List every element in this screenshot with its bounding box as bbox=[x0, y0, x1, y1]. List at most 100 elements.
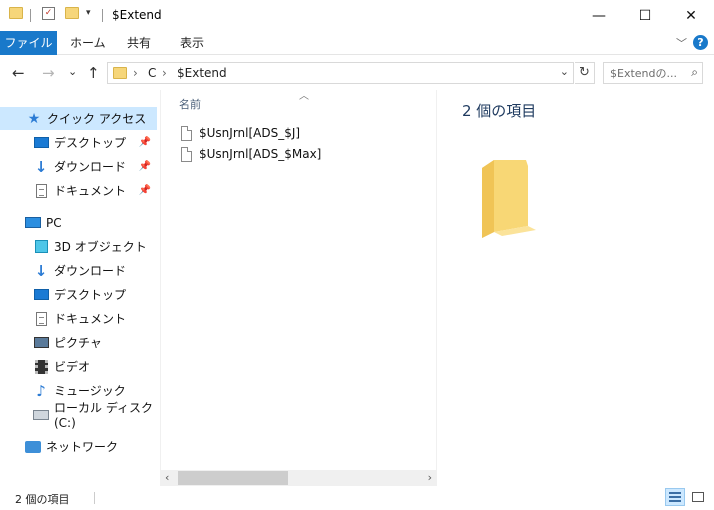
sidebar-item-label: ミュージック bbox=[54, 384, 126, 398]
sidebar-item-pc[interactable]: PC bbox=[0, 211, 157, 234]
3d-objects-icon bbox=[34, 240, 48, 253]
sort-ascending-icon: ︿ bbox=[299, 91, 309, 102]
help-icon[interactable]: ? bbox=[693, 35, 708, 50]
sidebar-item-videos[interactable]: ビデオ bbox=[0, 355, 157, 378]
pin-icon[interactable]: 📌 bbox=[139, 185, 151, 196]
pin-icon[interactable]: 📌 bbox=[139, 161, 151, 172]
properties-icon[interactable]: ✓ bbox=[42, 7, 55, 20]
sidebar-item-pictures[interactable]: ピクチャ bbox=[0, 331, 157, 354]
folder-icon bbox=[113, 67, 127, 79]
large-icons-view-button[interactable] bbox=[688, 488, 708, 506]
up-button[interactable]: ↑ bbox=[87, 64, 100, 82]
address-row: ← → ⌄ ↑ › C › $Extend ⌄ ↻ ⌕ bbox=[0, 56, 714, 90]
status-divider bbox=[94, 492, 95, 504]
preview-pane: 2 個の項目 bbox=[437, 90, 714, 486]
breadcrumb-separator[interactable]: › bbox=[162, 66, 167, 80]
video-icon bbox=[34, 359, 48, 374]
customize-toolbar-icon[interactable]: ▾ bbox=[86, 8, 91, 18]
document-icon bbox=[35, 183, 47, 198]
download-icon: ↓ bbox=[34, 157, 48, 176]
sidebar-item-label: デスクトップ bbox=[54, 136, 127, 150]
scroll-left-icon[interactable]: ‹ bbox=[165, 471, 169, 484]
music-icon: ♪ bbox=[36, 381, 46, 400]
scroll-right-icon[interactable]: › bbox=[428, 471, 432, 484]
sidebar-item-desktop[interactable]: デスクトップ bbox=[0, 283, 157, 306]
sidebar-item-label: ドキュメント bbox=[54, 184, 127, 198]
details-view-icon bbox=[669, 492, 681, 502]
download-icon: ↓ bbox=[34, 261, 48, 280]
file-name: $UsnJrnl[ADS_$Max] bbox=[199, 147, 322, 161]
new-folder-icon[interactable] bbox=[65, 7, 79, 19]
sidebar-item-label: ビデオ bbox=[54, 360, 91, 374]
sidebar-item-label: ダウンロード bbox=[54, 160, 127, 174]
refresh-button[interactable]: ↻ bbox=[575, 62, 595, 84]
sidebar-item-label: ピクチャ bbox=[54, 336, 102, 350]
document-icon bbox=[35, 311, 47, 326]
details-view-button[interactable] bbox=[665, 488, 685, 506]
search-input[interactable] bbox=[610, 63, 688, 83]
tab-view[interactable]: 表示 bbox=[170, 31, 214, 55]
list-item[interactable]: $UsnJrnl[ADS_$Max] bbox=[181, 144, 321, 164]
desktop-icon bbox=[33, 137, 49, 148]
horizontal-scrollbar[interactable]: ‹ › bbox=[161, 470, 436, 486]
window-title: $Extend bbox=[112, 8, 162, 22]
ribbon-expand-icon[interactable]: ﹀ bbox=[676, 35, 687, 51]
column-header-name[interactable]: 名前 bbox=[179, 96, 201, 112]
close-button[interactable]: ✕ bbox=[668, 0, 714, 31]
pictures-icon bbox=[33, 337, 49, 348]
tab-file[interactable]: ファイル bbox=[0, 31, 57, 55]
sidebar-item-network[interactable]: ネットワーク bbox=[0, 435, 157, 458]
drive-icon bbox=[33, 409, 49, 420]
file-list: ︿ 名前 $UsnJrnl[ADS_$J] $UsnJrnl[ADS_$Max] bbox=[161, 90, 436, 486]
search-box[interactable]: ⌕ bbox=[603, 62, 703, 84]
file-icon bbox=[181, 125, 192, 141]
sidebar-item-label: 3D オブジェクト bbox=[54, 240, 147, 254]
large-icons-view-icon bbox=[692, 492, 704, 502]
list-item[interactable]: $UsnJrnl[ADS_$J] bbox=[181, 123, 300, 143]
sidebar-item-quick-access[interactable]: ★ クイック アクセス bbox=[0, 107, 157, 130]
back-button[interactable]: ← bbox=[12, 64, 25, 82]
desktop-icon bbox=[33, 289, 49, 300]
sidebar-item-local-disk[interactable]: ローカル ディスク (C:) bbox=[0, 401, 157, 430]
address-dropdown-icon[interactable]: ⌄ bbox=[560, 65, 569, 78]
search-icon[interactable]: ⌕ bbox=[691, 65, 698, 80]
breadcrumb-c[interactable]: C bbox=[148, 66, 156, 80]
sidebar-item-3d-objects[interactable]: 3D オブジェクト bbox=[0, 235, 157, 258]
toolbar-divider bbox=[102, 9, 103, 22]
breadcrumb-extend[interactable]: $Extend bbox=[177, 66, 227, 80]
tab-home[interactable]: ホーム bbox=[60, 31, 116, 55]
sidebar-item-label: ダウンロード bbox=[54, 264, 127, 278]
navigation-pane: ★ クイック アクセス デスクトップ 📌 ↓ ダウンロード 📌 ドキュメント 📌… bbox=[0, 96, 160, 486]
breadcrumb-separator[interactable]: › bbox=[133, 66, 138, 80]
ribbon-tabs: ファイル ホーム 共有 表示 ﹀ ? bbox=[0, 31, 714, 55]
pin-icon[interactable]: 📌 bbox=[139, 137, 151, 148]
sidebar-item-documents[interactable]: ドキュメント bbox=[0, 307, 157, 330]
recent-locations-button[interactable]: ⌄ bbox=[68, 65, 77, 78]
scrollbar-thumb[interactable] bbox=[178, 471, 288, 485]
sidebar-item-label: PC bbox=[46, 215, 62, 230]
item-count: 2 個の項目 bbox=[15, 493, 70, 506]
sidebar-item-label: ローカル ディスク (C:) bbox=[54, 401, 153, 430]
file-icon bbox=[181, 146, 192, 162]
minimize-button[interactable]: — bbox=[576, 0, 622, 31]
tab-share[interactable]: 共有 bbox=[117, 31, 161, 55]
sidebar-item-desktop-pinned[interactable]: デスクトップ 📌 bbox=[0, 131, 157, 154]
sidebar-item-label: ネットワーク bbox=[46, 440, 119, 454]
sidebar-item-downloads[interactable]: ↓ ダウンロード bbox=[0, 259, 157, 282]
sidebar-item-label: ドキュメント bbox=[54, 312, 127, 326]
maximize-button[interactable]: ☐ bbox=[622, 0, 668, 31]
status-bar: 2 個の項目 bbox=[0, 486, 714, 510]
sidebar-item-label: デスクトップ bbox=[54, 288, 127, 302]
file-name: $UsnJrnl[ADS_$J] bbox=[199, 126, 301, 140]
star-icon: ★ bbox=[27, 110, 41, 127]
folder-icon[interactable] bbox=[9, 7, 23, 19]
pc-icon bbox=[25, 217, 41, 228]
forward-button[interactable]: → bbox=[42, 64, 55, 82]
address-bar[interactable]: › C › $Extend ⌄ bbox=[107, 62, 574, 84]
title-bar: ✓ ▾ $Extend — ☐ ✕ bbox=[0, 0, 714, 31]
toolbar-divider bbox=[30, 9, 31, 22]
sidebar-item-documents-pinned[interactable]: ドキュメント 📌 bbox=[0, 179, 157, 202]
preview-title: 2 個の項目 bbox=[462, 102, 537, 120]
network-icon bbox=[25, 440, 41, 453]
sidebar-item-downloads-pinned[interactable]: ↓ ダウンロード 📌 bbox=[0, 155, 157, 178]
